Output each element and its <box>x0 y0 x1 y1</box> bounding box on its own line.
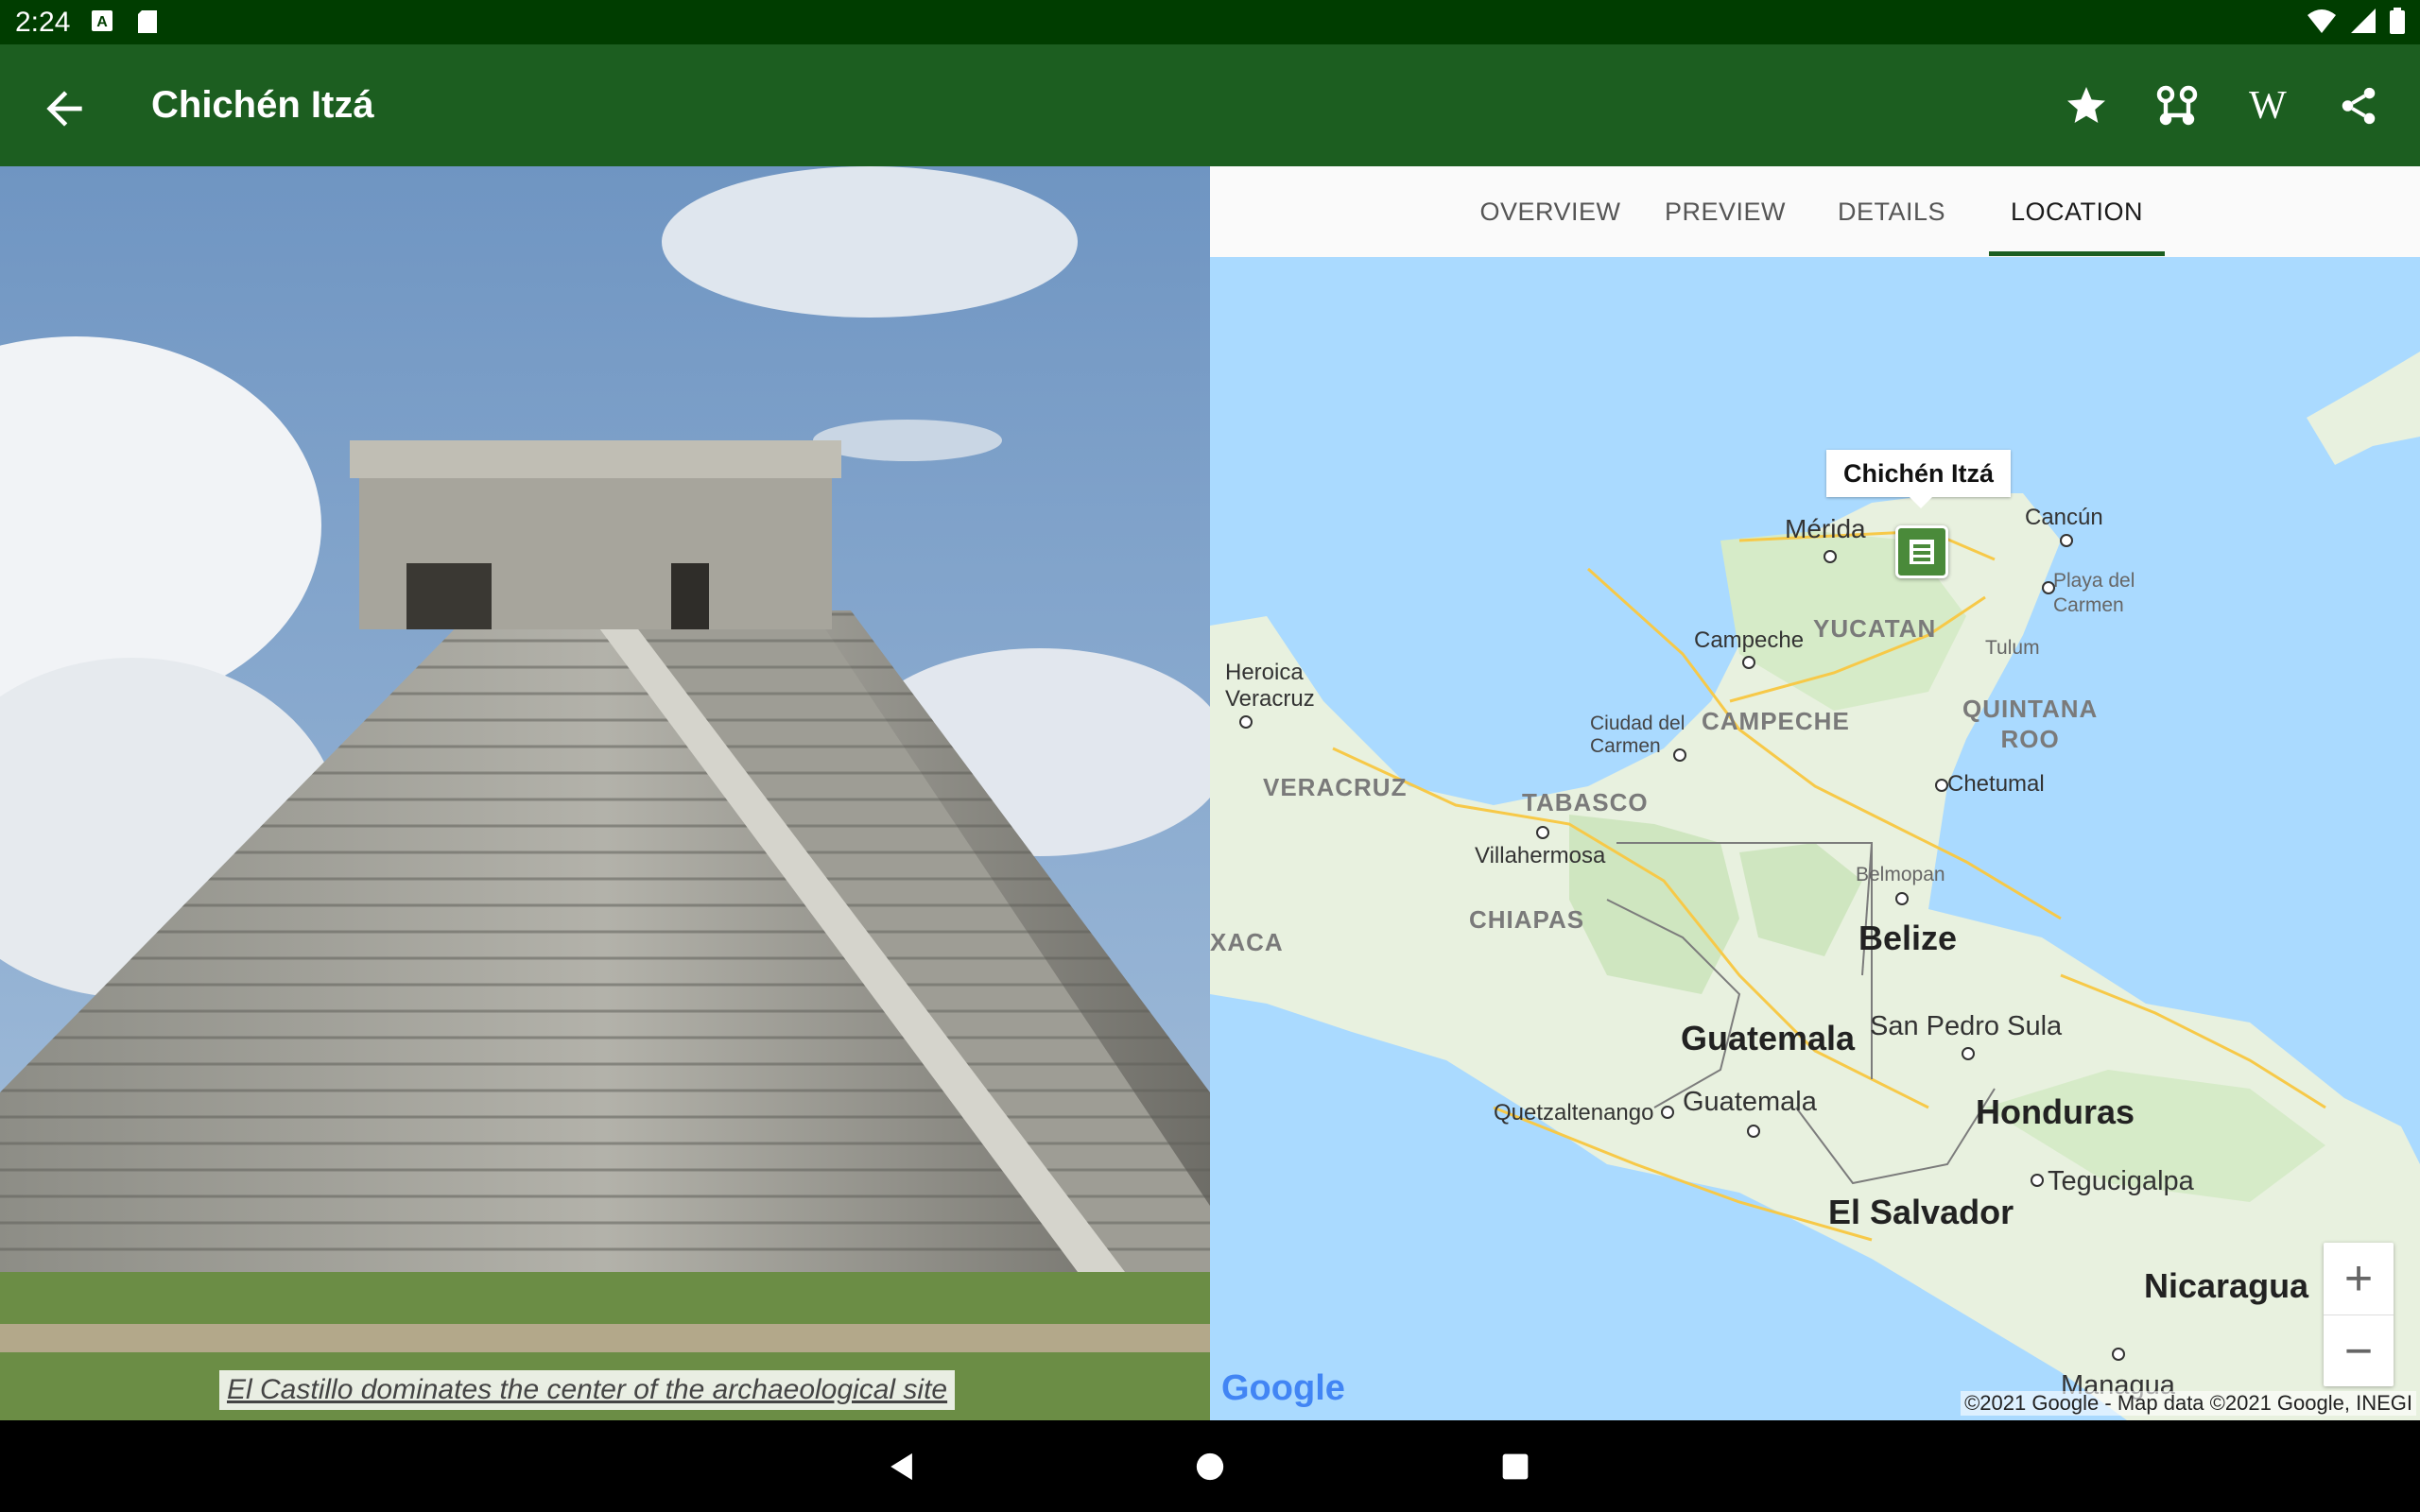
map-label-nicaragua: Nicaragua <box>2144 1266 2309 1305</box>
tab-preview[interactable]: PREVIEW <box>1654 166 1796 257</box>
map-label-merida: Mérida <box>1785 514 1866 543</box>
map-label-chetumal: Chetumal <box>1947 771 2045 797</box>
map-label-chiapas: CHIAPAS <box>1469 905 1585 934</box>
map-callout[interactable]: Chichén Itzá <box>1826 450 2012 508</box>
zoom-out-button[interactable]: − <box>2324 1315 2394 1387</box>
map-label-quetzaltenango: Quetzaltenango <box>1494 1100 1654 1125</box>
pyramid-marker-icon[interactable] <box>1895 525 1948 578</box>
back-arrow-icon[interactable] <box>38 82 91 135</box>
city-dot-veracruz <box>1239 715 1253 729</box>
nav-back-icon[interactable] <box>875 1439 930 1494</box>
map-label-belize: Belize <box>1858 919 1958 957</box>
map-label-yucatan: YUCATAN <box>1813 614 1937 643</box>
location-map[interactable]: Mérida Cancún Playa del Carmen Campeche … <box>1210 257 2420 1420</box>
sd-card-icon <box>136 9 159 39</box>
map-label-veracruz-city: Heroica Veracruz <box>1225 660 1315 712</box>
map-label-oaxaca: XACA <box>1210 928 1284 956</box>
map-label-tabasco: TABASCO <box>1522 788 1649 816</box>
active-tab-indicator <box>1989 251 2165 256</box>
photo-caption[interactable]: El Castillo dominates the center of the … <box>219 1370 956 1410</box>
city-dot-guatemala <box>1747 1125 1760 1138</box>
map-copyright[interactable]: ©2021 Google - Map data ©2021 Google, IN… <box>1961 1391 2416 1416</box>
zoom-controls: + − <box>2324 1243 2394 1386</box>
wifi-icon <box>2307 8 2337 39</box>
tab-details[interactable]: DETAILS <box>1821 166 1962 257</box>
nav-recents-icon[interactable] <box>1488 1439 1543 1494</box>
google-logo-text: Google <box>1221 1368 1345 1408</box>
map-label-san-pedro: San Pedro Sula <box>1870 1011 2063 1041</box>
map-label-tegucigalpa: Tegucigalpa <box>2048 1166 2194 1196</box>
map-label-campeche-city: Campeche <box>1694 627 1805 653</box>
google-logo[interactable]: Google <box>1221 1368 1345 1409</box>
city-dot-san-pedro <box>1962 1047 1975 1060</box>
tab-overview[interactable]: OVERVIEW <box>1475 166 1626 257</box>
city-dot-managua <box>2112 1348 2125 1361</box>
app-bar: Chichén Itzá W <box>0 44 2420 166</box>
map-label-quintana-roo: QUINTANA ROO <box>1962 695 2099 753</box>
map-label-el-salvador: El Salvador <box>1828 1193 2014 1231</box>
city-dot-merida <box>1824 550 1837 563</box>
share-icon[interactable] <box>2331 78 2386 133</box>
nav-home-icon[interactable] <box>1183 1439 1237 1494</box>
status-time: 2:24 <box>15 7 71 38</box>
map-label-tulum: Tulum <box>1985 637 2040 659</box>
city-dot-campeche <box>1742 656 1755 669</box>
map-label-playa: Playa del Carmen <box>2053 570 2135 616</box>
a-box-icon: A <box>91 9 113 37</box>
map-label-campeche-region: CAMPECHE <box>1702 707 1850 735</box>
tab-location[interactable]: LOCATION <box>1989 166 2165 257</box>
map-label-belmopan: Belmopan <box>1856 864 1945 885</box>
map-label-veracruz-region: VERACRUZ <box>1263 773 1408 801</box>
hero-photo[interactable]: El Castillo dominates the center of the … <box>0 166 1210 1420</box>
tab-bar: OVERVIEW PREVIEW DETAILS LOCATION <box>1210 166 2420 257</box>
city-dot-villahermosa <box>1536 826 1549 839</box>
map-label-villahermosa: Villahermosa <box>1475 843 1606 868</box>
city-dot-quetzaltenango <box>1661 1106 1674 1119</box>
city-dot-chetumal <box>1935 779 1948 792</box>
svg-text:A: A <box>96 14 108 30</box>
city-dot-tegucigalpa <box>2031 1174 2044 1187</box>
city-dot-belmopan <box>1895 892 1909 905</box>
zoom-in-button[interactable]: + <box>2324 1243 2394 1315</box>
map-label-honduras: Honduras <box>1976 1092 2135 1131</box>
map-label-ciudad-carmen: Ciudad del Carmen <box>1590 713 1685 757</box>
wikipedia-icon[interactable]: W <box>2240 78 2295 133</box>
map-label-cancun: Cancún <box>2025 505 2103 530</box>
signal-icon <box>2350 8 2377 39</box>
status-bar: 2:24 A <box>0 0 2420 44</box>
route-icon[interactable] <box>2150 78 2204 133</box>
battery-icon <box>2390 8 2405 39</box>
city-dot-cancun <box>2060 534 2073 547</box>
page-title: Chichén Itzá <box>151 84 374 126</box>
map-label-guatemala: Guatemala <box>1681 1019 1856 1057</box>
navigation-bar <box>0 1420 2420 1512</box>
star-icon[interactable] <box>2059 78 2114 133</box>
map-label-guatemala-city: Guatemala <box>1683 1087 1817 1117</box>
